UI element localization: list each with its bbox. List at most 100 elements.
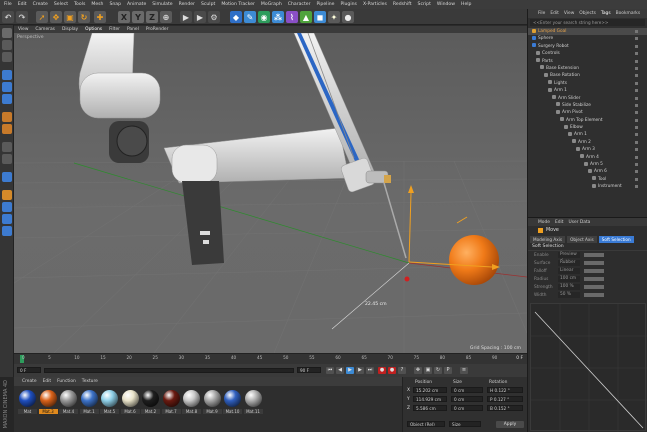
coord-size-y[interactable]: 0 cm [451,396,483,402]
material-menu-edit[interactable]: Edit [43,379,52,384]
param-value[interactable]: Linear [558,268,580,274]
coordinate-system-icon[interactable]: ⊕ [160,11,172,23]
menu-mesh[interactable]: Mesh [91,2,103,7]
tree-item[interactable]: Lamped Goal [528,28,647,36]
position-key-icon[interactable]: ✥ [414,367,422,374]
tree-item[interactable]: Base Rotation [528,72,647,79]
menu-redshift[interactable]: Redshift [393,2,412,7]
material-swatch[interactable]: Mat.1 [79,390,99,414]
coord-size-x[interactable]: 0 cm [451,387,483,393]
timeline-start-field[interactable]: 0 F [17,367,41,373]
material-swatch[interactable]: Mat.4 [59,390,78,414]
param-value[interactable]: 50 % [558,292,580,298]
visibility-toggle[interactable] [635,118,645,122]
falloff-graph[interactable] [530,303,647,432]
solo-icon[interactable] [2,172,12,182]
visibility-toggle[interactable] [635,59,645,63]
autokey-icon[interactable]: ● [388,367,396,374]
material-swatch[interactable]: Mat.11 [243,390,263,414]
material-menu-create[interactable]: Create [22,379,37,384]
material-swatch[interactable]: Mat.5 [100,390,119,414]
tree-item[interactable]: Base Extension [528,65,647,72]
snap-icon[interactable] [2,142,12,152]
objects-menu-edit[interactable]: Edit [550,11,559,16]
nurbs-icon[interactable]: ◉ [258,11,270,23]
coord-mode-select[interactable]: Object (Rel) [407,421,445,427]
coord-size-mode-select[interactable]: Size [449,421,481,427]
menu-edit[interactable]: Edit [18,2,27,7]
material-menu-function[interactable]: Function [57,379,76,384]
previous-key-icon[interactable]: ◀ [336,367,344,374]
param-value[interactable]: Rubber [558,260,580,266]
tree-item[interactable]: Arm Slider [528,95,647,102]
menu-animate[interactable]: Animate [127,2,146,7]
grid-icon[interactable] [2,214,12,224]
visibility-toggle[interactable] [635,170,645,174]
viewport-menu-prorender[interactable]: ProRender [146,27,169,32]
viewport-menu-options[interactable]: Options [85,27,102,32]
next-key-icon[interactable]: ▶ [356,367,364,374]
spline-pen-icon[interactable]: ✎ [244,11,256,23]
tree-item[interactable]: Arm 3 [528,146,647,153]
3d-viewport[interactable]: 22.45 cm Perspective Grid Spacing : 100 … [14,33,527,353]
menu-file[interactable]: File [4,2,12,7]
visibility-toggle[interactable] [635,185,645,189]
edges-mode-icon[interactable] [2,82,12,92]
visibility-toggle[interactable] [635,163,645,167]
coord-position-x[interactable]: 15.202 cm [413,387,447,393]
tree-item[interactable]: Arm 4 [528,154,647,161]
param-slider[interactable] [584,253,604,257]
timeline-end-field[interactable]: 90 F [297,367,321,373]
play-icon[interactable]: ▶ [346,367,354,374]
deformer-icon[interactable]: ⌇ [286,11,298,23]
param-slider[interactable] [584,269,604,273]
scale-key-icon[interactable]: ▣ [424,367,432,374]
material-swatch[interactable]: Mat.2 [141,390,160,414]
tree-item[interactable]: Arm 1 [528,131,647,138]
axis-mode-icon[interactable] [2,112,12,122]
visibility-toggle[interactable] [635,140,645,144]
timeline-ruler[interactable]: 0 F 0 5 10 15 20 25 30 35 40 45 50 55 60 65 70 75 80 85 90 [14,353,527,364]
coord-rotation-x[interactable]: H 0.122 ° [487,387,523,393]
camera-icon[interactable]: ◼ [314,11,326,23]
objects-menu-objects[interactable]: Objects [579,11,596,16]
timeline-menu-icon[interactable]: ≡ [460,367,468,374]
light-icon[interactable]: ✦ [328,11,340,23]
tree-item[interactable]: Arm Pivot [528,109,647,116]
coord-size-z[interactable]: 0 cm [451,405,483,411]
material-swatch[interactable]: Mat.10 [223,390,242,414]
param-value[interactable]: 100 cm [558,276,580,282]
tree-item[interactable]: Elbow [528,124,647,131]
menu-script[interactable]: Script [418,2,431,7]
planar-workplane-icon[interactable] [2,202,12,212]
visibility-toggle[interactable] [635,30,645,33]
tree-item[interactable]: Lights [528,80,647,87]
subtab-soft-selection[interactable]: Soft Selection [598,235,634,243]
visibility-toggle[interactable] [635,66,645,70]
move-tool-icon[interactable]: ✥ [50,11,62,23]
polygons-mode-icon[interactable] [2,94,12,104]
visibility-toggle[interactable] [635,89,645,93]
menu-pipeline[interactable]: Pipeline [316,2,334,7]
menu-help[interactable]: Help [461,2,471,7]
redo-icon[interactable]: ↷ [16,11,28,23]
menu-select[interactable]: Select [54,2,68,7]
tree-item[interactable]: Controls [528,50,647,57]
material-menu-texture[interactable]: Texture [82,379,98,384]
tree-item[interactable]: Arm Top Element [528,117,647,124]
menu-window[interactable]: Window [437,2,455,7]
material-swatch[interactable]: Mat [18,390,37,414]
visibility-toggle[interactable] [635,126,645,130]
render-view-icon[interactable]: ▶ [180,11,192,23]
record-icon[interactable]: ● [378,367,386,374]
z-axis-lock-icon[interactable]: Z [146,11,158,23]
make-editable-icon[interactable] [2,28,12,38]
param-slider[interactable] [584,277,604,281]
visibility-toggle[interactable] [635,74,645,78]
tree-item[interactable]: Arm 1 [528,87,647,94]
recent-tool-icon[interactable]: ✚ [94,11,106,23]
material-swatch[interactable]: Mat.9 [202,390,222,414]
menu-simulate[interactable]: Simulate [152,2,172,7]
rotation-key-icon[interactable]: ↻ [434,367,442,374]
workplane-icon[interactable] [2,154,12,164]
